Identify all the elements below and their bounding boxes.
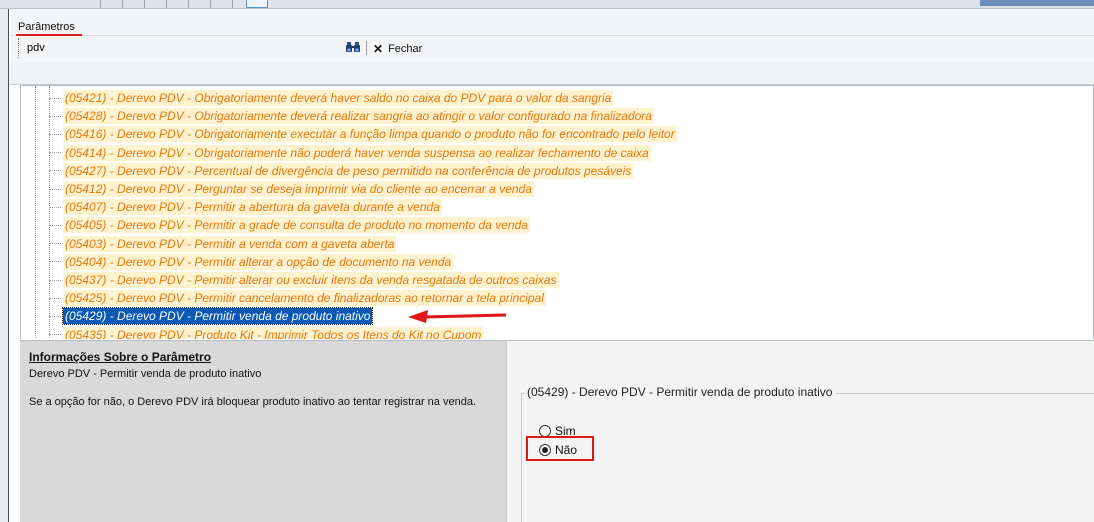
tree-item-label: (05435) - Derevo PDV - Produto Kit - Imp… (63, 326, 484, 339)
tree-item[interactable]: (05403) - Derevo PDV - Permitir a venda … (49, 235, 397, 253)
tree-item-label: (05416) - Derevo PDV - Obrigatoriamente … (63, 126, 677, 143)
tree-item[interactable]: (05405) - Derevo PDV - Permitir a grade … (49, 216, 530, 234)
search-box (18, 38, 370, 58)
tree-branch-line (49, 206, 61, 208)
tree-item[interactable]: (05429) - Derevo PDV - Permitir venda de… (49, 307, 374, 326)
tree-item[interactable]: (05416) - Derevo PDV - Obrigatoriamente … (49, 125, 677, 143)
strip-divider (100, 0, 101, 8)
tree-branch-line (49, 170, 61, 172)
info-title: Informações Sobre o Parâmetro (29, 350, 212, 364)
tree-item[interactable]: (05428) - Derevo PDV - Obrigatoriamente … (49, 107, 654, 125)
tree-branch-line (49, 97, 61, 99)
tree-item[interactable]: (05407) - Derevo PDV - Permitir a abertu… (49, 198, 442, 216)
tree-item-label: (05429) - Derevo PDV - Permitir venda de… (61, 307, 374, 326)
tree-branch-line (49, 261, 61, 263)
tree-branch-line (49, 224, 61, 226)
strip-divider (210, 0, 211, 8)
close-button[interactable]: ✕ Fechar (373, 41, 422, 57)
tree-item[interactable]: (05404) - Derevo PDV - Permitir alterar … (49, 253, 454, 271)
tree-item-label: (05437) - Derevo PDV - Permitir alterar … (63, 272, 559, 288)
tab-bar: Parâmetros (10, 9, 1094, 36)
tree-item[interactable]: (05427) - Derevo PDV - Percentual de div… (49, 162, 634, 180)
info-description: Se a opção for não, o Derevo PDV irá blo… (29, 396, 476, 408)
window-top-strip (0, 0, 1094, 9)
strip-divider (122, 0, 123, 8)
tree-item[interactable]: (05425) - Derevo PDV - Permitir cancelam… (49, 289, 546, 307)
tree-item[interactable]: (05412) - Derevo PDV - Perguntar se dese… (49, 180, 534, 198)
tree-item-label: (05425) - Derevo PDV - Permitir cancelam… (63, 290, 546, 307)
tree-guide-line (35, 86, 36, 339)
tree-item-label: (05414) - Derevo PDV - Obrigatoriamente … (63, 144, 651, 161)
tree-branch-line (49, 243, 61, 245)
tree-item-label: (05428) - Derevo PDV - Obrigatoriamente … (63, 108, 654, 125)
fieldset-border (521, 393, 522, 522)
strip-divider (232, 0, 233, 8)
binoculars-icon[interactable] (346, 41, 360, 53)
tree-item-label: (05412) - Derevo PDV - Perguntar se dese… (63, 181, 534, 197)
tree-item[interactable]: (05421) - Derevo PDV - Obrigatoriamente … (49, 89, 614, 107)
strip-right-button[interactable] (980, 0, 1094, 6)
parameter-tree: (05421) - Derevo PDV - Obrigatoriamente … (20, 85, 1094, 339)
tree-item[interactable]: (05437) - Derevo PDV - Permitir alterar … (49, 271, 559, 289)
tree-branch-line (49, 297, 61, 299)
tree-branch-line (49, 315, 61, 317)
tree-item[interactable]: (05435) - Derevo PDV - Produto Kit - Imp… (49, 326, 484, 339)
info-panel: Informações Sobre o Parâmetro Derevo PDV… (20, 340, 506, 522)
tree-branch-line (49, 334, 61, 336)
tree-item-label: (05404) - Derevo PDV - Permitir alterar … (63, 253, 454, 270)
info-parameter-name: Derevo PDV - Permitir venda de produto i… (29, 368, 262, 380)
tree-item-label: (05421) - Derevo PDV - Obrigatoriamente … (63, 90, 614, 106)
close-label: Fechar (388, 43, 423, 55)
search-bar: ✕ Fechar (10, 36, 1094, 62)
strip-divider (144, 0, 145, 8)
close-icon: ✕ (373, 42, 384, 56)
search-input[interactable] (19, 38, 370, 58)
strip-divider (188, 0, 189, 8)
toolbar-spacer (10, 62, 1094, 85)
tree-item[interactable]: (05414) - Derevo PDV - Obrigatoriamente … (49, 144, 651, 162)
tree-branch-line (49, 152, 61, 154)
tab-parametros[interactable]: Parâmetros (18, 21, 75, 33)
tree-branch-line (49, 133, 61, 135)
tree-item-label: (05403) - Derevo PDV - Permitir a venda … (63, 235, 397, 252)
tree-item-label: (05405) - Derevo PDV - Permitir a grade … (63, 217, 530, 234)
option-panel: (05429) - Derevo PDV - Permitir venda de… (506, 340, 1094, 522)
highlight-box-annotation (526, 436, 594, 461)
tree-item-label: (05427) - Derevo PDV - Percentual de div… (63, 162, 634, 179)
left-window-edge (0, 9, 9, 522)
strip-divider (166, 0, 167, 8)
toolbar-separator (366, 41, 367, 55)
tree-item-label: (05407) - Derevo PDV - Permitir a abertu… (63, 199, 442, 216)
strip-selected-button[interactable] (246, 0, 268, 8)
option-legend: (05429) - Derevo PDV - Permitir venda de… (525, 385, 837, 399)
tree-branch-line (49, 115, 61, 117)
red-arrow-icon (408, 310, 507, 323)
tree-branch-line (49, 279, 61, 281)
tree-branch-line (49, 188, 61, 190)
